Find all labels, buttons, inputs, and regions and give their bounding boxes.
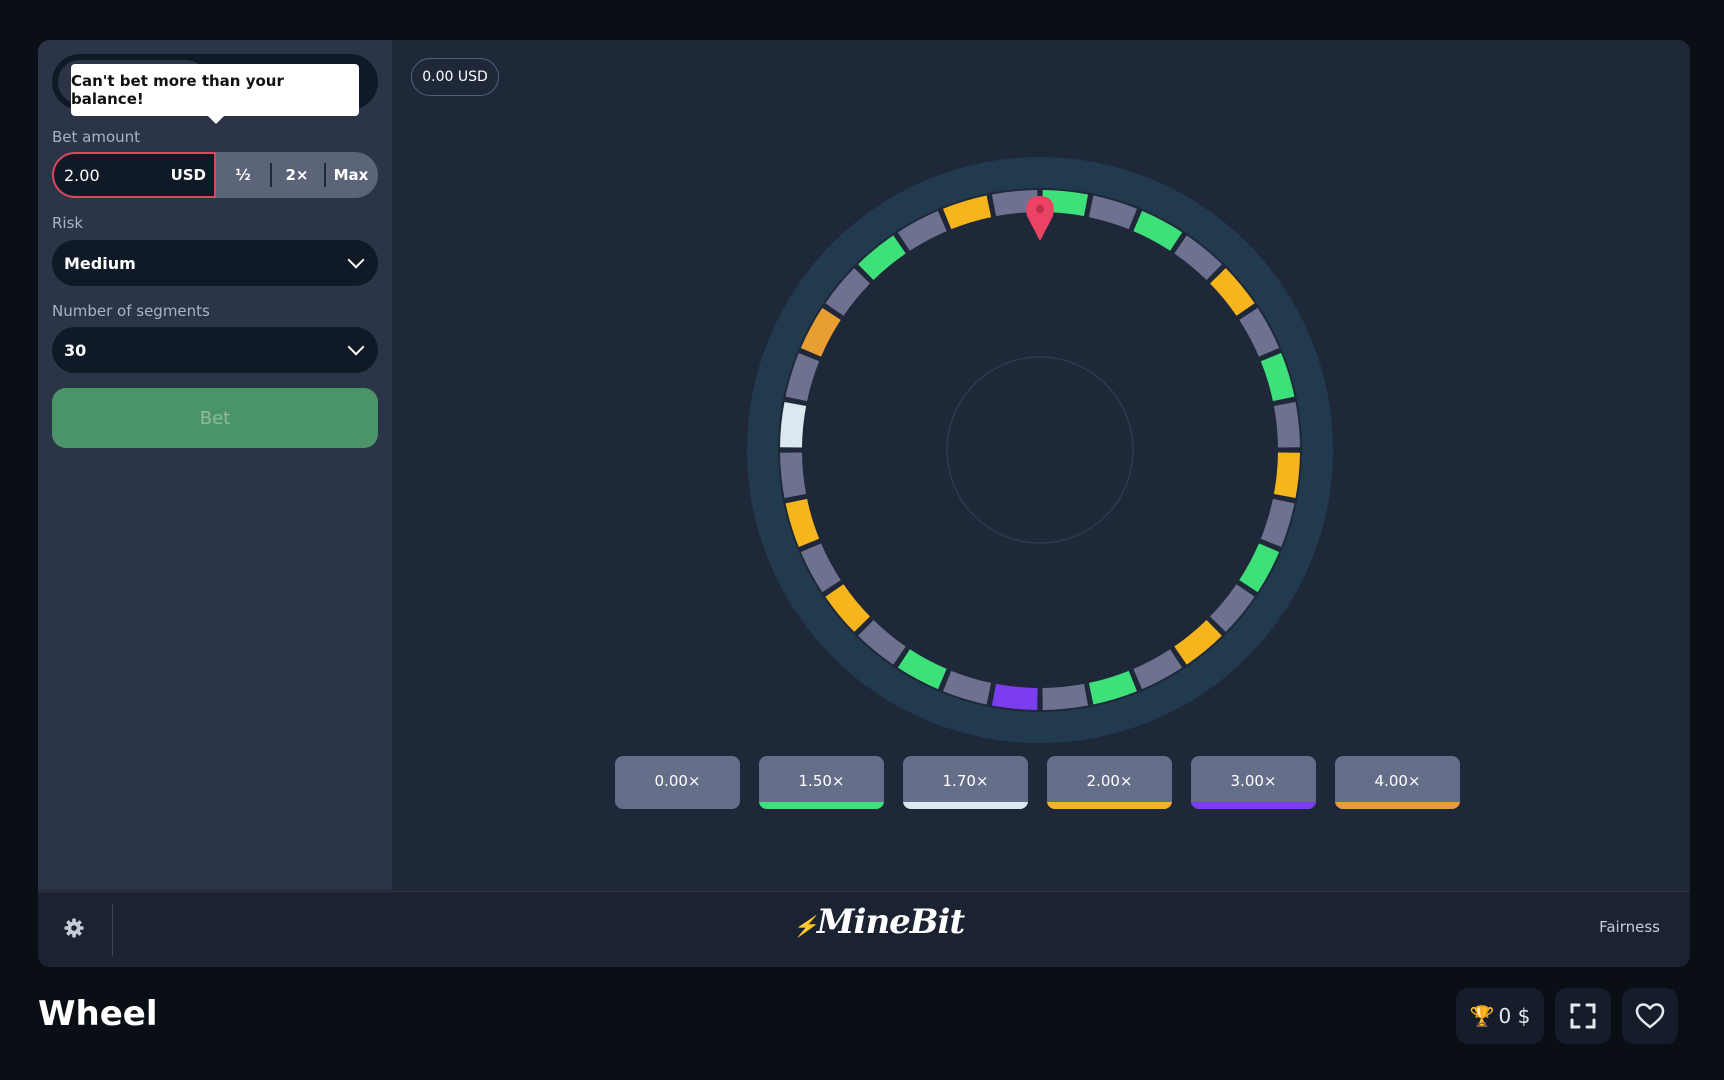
multiplier-bar [759,802,884,809]
wheel-segment-gray [1088,195,1137,230]
multiplier-bar [1191,802,1316,809]
fairness-link[interactable]: Fairness [1599,918,1660,936]
page-title: Wheel [38,994,158,1034]
wheel-segment-gray [1260,498,1295,547]
bet-amount-group: USD ½ 2× Max [52,152,378,198]
multiplier-bar [903,802,1028,809]
double-bet-button[interactable]: 2× [270,152,324,198]
max-bet-button[interactable]: Max [324,152,378,198]
multiplier-label: 4.00× [1374,771,1421,790]
multiplier-chip-5: 4.00× [1335,756,1460,809]
wheel-segment-gray [943,670,992,705]
multiplier-chip-2: 1.70× [903,756,1028,809]
wheel-segment-purple [991,683,1038,710]
contest-button[interactable]: 🏆 0 $ [1456,988,1544,1044]
game-footer: ⚡MineBit Fairness [38,891,1690,967]
gear-icon[interactable] [62,916,86,940]
multiplier-chip-3: 2.00× [1047,756,1172,809]
favorite-button[interactable] [1622,988,1678,1044]
bet-currency: USD [170,166,206,184]
bet-amount-input[interactable] [64,165,171,185]
multiplier-label: 1.50× [798,771,845,790]
multiplier-bar [1047,802,1172,809]
trophy-icon: 🏆 [1469,1004,1495,1028]
multiplier-chip-0: 0.00× [615,756,740,809]
chevron-down-icon [347,251,365,269]
multiplier-label: 2.00× [1086,771,1133,790]
brand-logo-text: MineBit [816,902,965,942]
multiplier-label: 1.70× [942,771,989,790]
wheel-segment-white [780,401,807,448]
multiplier-bar [1335,802,1460,809]
bolt-icon: ⚡ [793,914,818,938]
risk-value: Medium [64,253,136,273]
balance-error-tooltip: Can't bet more than your balance! [71,64,359,124]
brand-logo: ⚡MineBit [793,902,965,942]
pointer-dot [1036,205,1044,213]
fullscreen-icon [1570,1003,1596,1029]
half-bet-button[interactable]: ½ [216,152,270,198]
risk-label: Risk [52,214,84,232]
multiplier-row: 0.00× 1.50× 1.70× 2.00× 3.00× 4.00× [615,756,1460,809]
segments-value: 30 [64,340,87,360]
multiplier-chip-1: 1.50× [759,756,884,809]
footer-divider [112,904,113,956]
wheel-segment-green [1260,353,1295,402]
segments-label: Number of segments [52,302,210,320]
wheel-inner-face [778,188,1302,712]
segments-select[interactable]: 30 [52,327,378,373]
bet-amount-label: Bet amount [52,128,141,146]
contest-value: 0 $ [1498,1004,1531,1028]
bet-amount-field[interactable]: USD [52,152,216,198]
game-frame: Can't bet more than your balance! Bet am… [38,40,1690,967]
risk-select[interactable]: Medium [52,240,378,286]
chevron-down-icon [347,338,365,356]
wheel-segment-gray [1273,401,1300,448]
wheel-segment-gray [785,353,820,402]
heart-icon [1635,1003,1665,1029]
multiplier-label: 0.00× [654,771,701,790]
game-area: 0.00 USD 0.00× 1.50× 1.70× 2.00× 3.00× 4… [392,40,1690,890]
wheel-segment-gray [1042,683,1089,710]
wheel-segment-orange [943,195,992,230]
multiplier-label: 3.00× [1230,771,1277,790]
fullscreen-button[interactable] [1555,988,1611,1044]
wheel-segment-orange [1273,452,1300,499]
bet-button[interactable]: Bet [52,388,378,448]
multiplier-chip-4: 3.00× [1191,756,1316,809]
bet-sidebar: Can't bet more than your balance! Bet am… [38,40,392,890]
wheel-segment-gray [780,452,807,499]
wheel-segment-green [1088,670,1137,705]
wheel-segment-orange [785,498,820,547]
